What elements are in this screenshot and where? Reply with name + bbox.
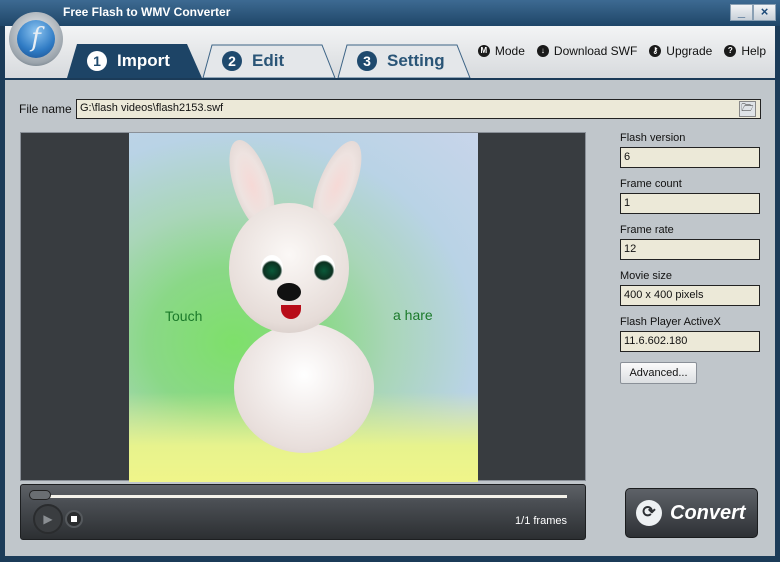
help-link[interactable]: ? Help xyxy=(724,44,766,58)
activex-field: 11.6.602.180 xyxy=(620,331,760,352)
window-title: Free Flash to WMV Converter xyxy=(63,5,231,19)
top-links: M Mode ↓ Download SWF ⚷ Upgrade ? Help xyxy=(477,44,766,58)
tab-import[interactable]: 1 Import xyxy=(67,44,202,78)
bunny-nose xyxy=(277,283,301,301)
download-swf-link[interactable]: ↓ Download SWF xyxy=(536,44,638,58)
play-button[interactable]: ▶ xyxy=(33,504,63,534)
tab-label: Import xyxy=(117,51,170,70)
tab-label: Edit xyxy=(252,51,285,70)
frame-count-field: 1 xyxy=(620,193,760,214)
mode-link[interactable]: M Mode xyxy=(477,44,525,58)
seek-bar[interactable] xyxy=(43,495,567,498)
close-button[interactable]: × xyxy=(753,4,776,21)
tab-edit[interactable]: 2 Edit xyxy=(202,44,337,78)
app-logo: f xyxy=(9,12,63,66)
bunny-eye-right xyxy=(313,255,335,281)
upgrade-link[interactable]: ⚷ Upgrade xyxy=(649,44,712,58)
app-window: Free Flash to WMV Converter _ × f 1 Impo… xyxy=(0,0,780,562)
file-name-input[interactable]: G:\flash videos\flash2153.swf 🗁 xyxy=(76,99,761,119)
help-icon: ? xyxy=(724,45,737,57)
download-swf-label: Download SWF xyxy=(553,44,638,58)
tab-setting[interactable]: 3 Setting xyxy=(337,44,472,78)
browse-folder-icon[interactable]: 🗁 xyxy=(739,101,756,117)
mode-icon: M xyxy=(477,45,490,57)
stop-button[interactable] xyxy=(65,510,83,528)
bunny-body xyxy=(234,323,374,453)
convert-label: Convert xyxy=(670,501,746,524)
help-label: Help xyxy=(741,44,766,58)
import-panel: File name G:\flash videos\flash2153.swf … xyxy=(5,78,775,556)
flash-version-label: Flash version xyxy=(620,132,686,144)
title-bar: Free Flash to WMV Converter _ × xyxy=(0,0,780,26)
tab-number: 3 xyxy=(357,51,377,71)
key-icon: ⚷ xyxy=(649,45,662,57)
frame-rate-label: Frame rate xyxy=(620,224,674,236)
frame-rate-field: 12 xyxy=(620,239,760,260)
advanced-button[interactable]: Advanced... xyxy=(620,362,697,384)
movie-text-left: Touch xyxy=(165,308,203,324)
tab-number: 1 xyxy=(87,51,107,71)
tab-number: 2 xyxy=(222,51,242,71)
minimize-button[interactable]: _ xyxy=(730,4,753,21)
bunny-eye-left xyxy=(261,255,283,281)
activex-label: Flash Player ActiveX xyxy=(620,316,721,328)
player-controls: ▶ 1/1 frames xyxy=(20,484,586,540)
movie-size-label: Movie size xyxy=(620,270,672,282)
mode-label: Mode xyxy=(494,44,525,58)
frame-count-label: Frame count xyxy=(620,178,682,190)
convert-refresh-icon: ⟳ xyxy=(636,500,662,526)
tab-label: Setting xyxy=(387,51,445,70)
file-name-label: File name xyxy=(19,102,72,116)
upgrade-label: Upgrade xyxy=(666,44,713,58)
movie-info-panel: Flash version 6 Frame count 1 Frame rate… xyxy=(620,132,765,384)
convert-button[interactable]: ⟳ Convert xyxy=(625,488,758,538)
frame-counter: 1/1 frames xyxy=(515,515,567,527)
movie-text-right: a hare xyxy=(393,307,433,323)
seek-thumb[interactable] xyxy=(29,490,51,500)
flash-version-field: 6 xyxy=(620,147,760,168)
flash-logo-icon: f xyxy=(17,20,55,58)
download-icon: ↓ xyxy=(536,45,549,57)
preview-area: Touch a hare xyxy=(20,132,586,482)
file-path-text: G:\flash videos\flash2153.swf xyxy=(80,102,224,114)
movie-size-field: 400 x 400 pixels xyxy=(620,285,760,306)
movie-frame: Touch a hare xyxy=(129,133,478,482)
